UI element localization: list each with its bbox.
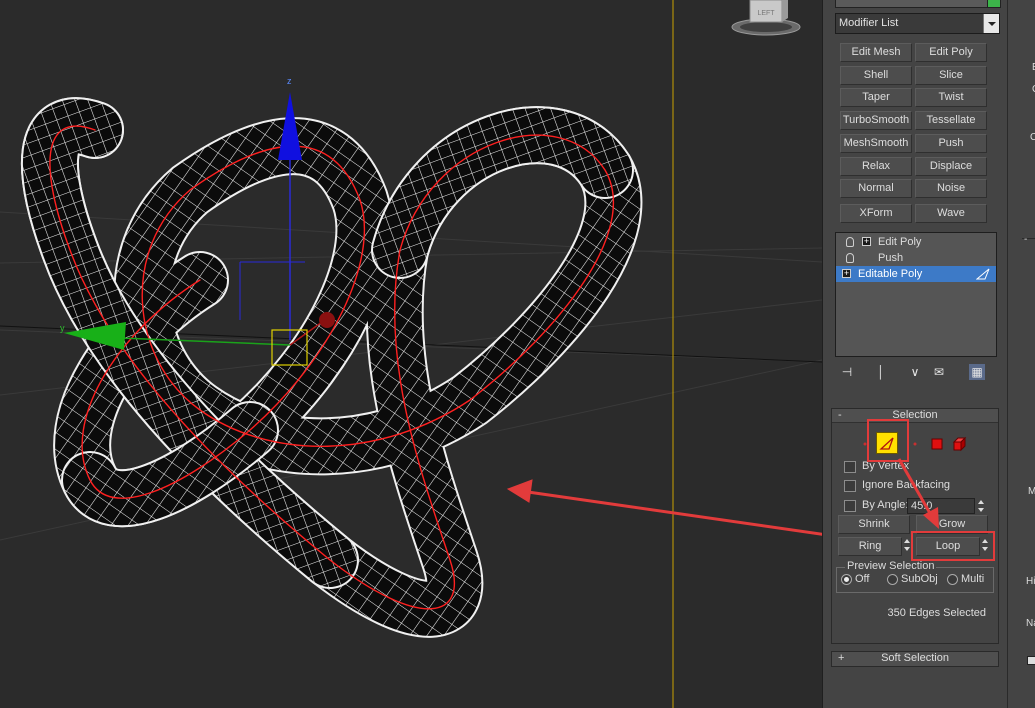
preview-multi-radio[interactable]: [947, 574, 958, 585]
preview-off-label: Off: [855, 573, 870, 585]
modifier-list-dropdown[interactable]: Modifier List: [835, 13, 1000, 34]
preview-off-radio[interactable]: [841, 574, 852, 585]
annotation-arrows: [506, 479, 822, 536]
expand-icon[interactable]: +: [842, 269, 851, 278]
modifier-stack[interactable]: + Edit Poly Push + Editable Poly: [835, 232, 997, 357]
modifier-button-shell[interactable]: Shell: [840, 66, 912, 85]
modifier-button-noise[interactable]: Noise: [915, 179, 987, 198]
annotation-highlight-loop: [911, 531, 995, 561]
viewcube[interactable]: LEFT: [728, 0, 804, 40]
modifier-button-turbosmooth[interactable]: TurboSmooth: [840, 111, 912, 130]
lightbulb-icon[interactable]: [846, 253, 854, 263]
preview-subobj-label: SubObj: [901, 573, 938, 585]
strip-letter: M: [1028, 486, 1035, 497]
make-unique-icon[interactable]: ∨: [907, 364, 923, 380]
modifier-button-edit-mesh[interactable]: Edit Mesh: [840, 43, 912, 62]
right-panel-strip: E G C M Hi Na -: [1007, 0, 1035, 708]
command-panel: Modifier List Edit Mesh Edit Poly Shell …: [822, 0, 1007, 708]
stack-item-edit-poly[interactable]: + Edit Poly: [836, 234, 996, 250]
by-vertex-checkbox[interactable]: [844, 461, 856, 473]
modifier-button-relax[interactable]: Relax: [840, 157, 912, 176]
strip-letter: Hi: [1026, 576, 1035, 587]
modifier-list-label: Modifier List: [839, 17, 899, 29]
modifier-button-normal[interactable]: Normal: [840, 179, 912, 198]
show-end-result-icon[interactable]: │: [873, 364, 889, 380]
soft-selection-header[interactable]: + Soft Selection: [832, 652, 998, 666]
by-angle-checkbox[interactable]: [844, 500, 856, 512]
remove-modifier-icon[interactable]: ✉: [931, 364, 947, 380]
stack-item-label: Push: [878, 252, 904, 264]
object-name-field[interactable]: [835, 0, 991, 8]
perspective-viewport[interactable]: z y LEFT: [0, 0, 822, 708]
modifier-button-xform[interactable]: XForm: [840, 204, 912, 223]
rollout-title: Soft Selection: [881, 652, 949, 664]
modifier-button-push[interactable]: Push: [915, 134, 987, 153]
rollout-title: Selection: [892, 409, 938, 421]
angle-spinner[interactable]: [976, 498, 986, 515]
pin-stack-icon[interactable]: ⊣: [839, 364, 855, 380]
gizmo-y-label: y: [60, 323, 65, 333]
selection-rollout-header[interactable]: - Selection: [832, 409, 998, 423]
modifier-button-wave[interactable]: Wave: [915, 204, 987, 223]
viewcube-label: LEFT: [757, 10, 775, 17]
modifier-button-tessellate[interactable]: Tessellate: [915, 111, 987, 130]
lightbulb-icon[interactable]: [846, 237, 854, 247]
stack-item-push[interactable]: Push: [836, 250, 996, 266]
selection-status: 350 Edges Selected: [887, 607, 986, 619]
configure-sets-icon[interactable]: ▦: [969, 364, 985, 380]
soft-selection-rollout[interactable]: + Soft Selection: [831, 651, 999, 667]
strip-letter: Na: [1026, 618, 1035, 629]
element-mode-button[interactable]: [950, 435, 968, 453]
torus-knot-mesh: [21, 97, 643, 638]
preview-subobj-radio[interactable]: [887, 574, 898, 585]
edge-mode-icon: [976, 268, 990, 280]
ring-button[interactable]: Ring: [838, 537, 902, 556]
preview-selection-title: Preview Selection: [845, 560, 937, 572]
strip-letter: C: [1030, 132, 1035, 143]
modifier-button-displace[interactable]: Displace: [915, 157, 987, 176]
modifier-button-edit-poly[interactable]: Edit Poly: [915, 43, 987, 62]
stack-toolbar: ⊣ │ ∨ ✉ ▦: [835, 364, 997, 382]
x-axis-handle: [319, 312, 335, 328]
preview-selection-group: Preview Selection Off SubObj Multi: [836, 560, 994, 593]
expand-icon[interactable]: +: [862, 237, 871, 246]
annotation-arrow-down: [897, 458, 939, 529]
stack-item-label: Editable Poly: [858, 268, 923, 280]
polygon-mode-button[interactable]: [928, 435, 946, 453]
modifier-button-twist[interactable]: Twist: [915, 88, 987, 107]
modifier-button-taper[interactable]: Taper: [840, 88, 912, 107]
gizmo-z-label: z: [287, 76, 292, 86]
stack-item-editable-poly[interactable]: + Editable Poly: [836, 266, 996, 282]
modifier-button-meshsmooth[interactable]: MeshSmooth: [840, 134, 912, 153]
ignore-backfacing-checkbox[interactable]: [844, 480, 856, 492]
preview-multi-label: Multi: [961, 573, 985, 585]
modifier-button-slice[interactable]: Slice: [915, 66, 987, 85]
viewport-scene: z y: [0, 0, 822, 708]
strip-checkbox[interactable]: [1027, 656, 1035, 665]
chevron-down-icon[interactable]: [983, 14, 999, 33]
stack-item-label: Edit Poly: [878, 236, 922, 248]
object-color-swatch[interactable]: [987, 0, 1001, 8]
